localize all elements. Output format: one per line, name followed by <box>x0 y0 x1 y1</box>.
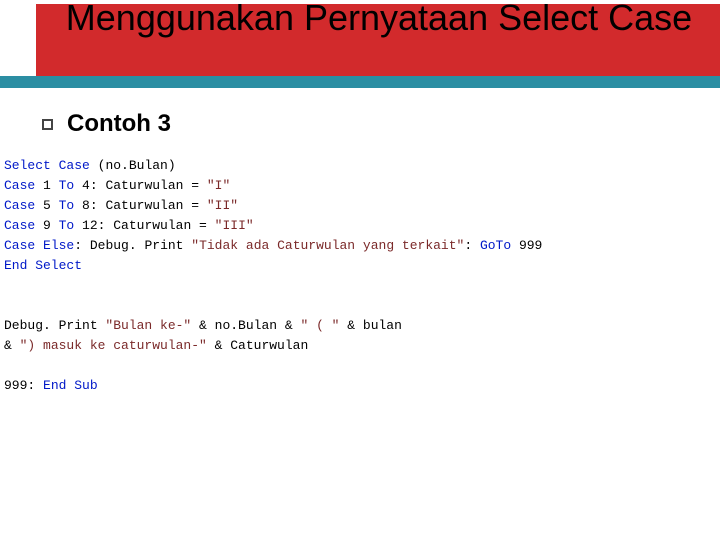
code-text: & bulan <box>339 318 401 333</box>
code-text: & <box>4 338 20 353</box>
keyword-to: To <box>59 218 75 233</box>
code-text: 4: Caturwulan = <box>74 178 207 193</box>
title-block: Menggunakan Pernyataan Select Case <box>0 0 720 92</box>
string-literal: ") masuk ke caturwulan-" <box>20 338 207 353</box>
code-text: 5 <box>35 198 58 213</box>
code-text: & no.Bulan & <box>191 318 300 333</box>
keyword-case: Case <box>4 198 35 213</box>
code-text: : <box>464 238 480 253</box>
keyword-select-case: Select Case <box>4 158 90 173</box>
string-literal: "Bulan ke-" <box>105 318 191 333</box>
code-text: : Debug. Print <box>74 238 191 253</box>
body-area: Contoh 3 Select Case (no.Bulan) Case 1 T… <box>0 92 720 396</box>
code-text: Debug. Print <box>4 318 105 333</box>
code-block: Select Case (no.Bulan) Case 1 To 4: Catu… <box>4 156 680 396</box>
subtitle: Contoh 3 <box>67 110 171 138</box>
code-text: 999: <box>4 378 43 393</box>
code-text: 1 <box>35 178 58 193</box>
bullet-row: Contoh 3 <box>42 110 680 138</box>
string-literal: "I" <box>207 178 230 193</box>
bullet-square-icon <box>42 119 53 130</box>
code-nobulan: (no.Bulan) <box>98 158 176 173</box>
string-literal: "II" <box>207 198 238 213</box>
keyword-case: Case <box>4 238 35 253</box>
keyword-goto: GoTo <box>480 238 511 253</box>
string-literal: "Tidak ada Caturwulan yang terkait" <box>191 238 464 253</box>
title-teal-bar <box>0 76 720 88</box>
slide-title: Menggunakan Pernyataan Select Case <box>48 0 710 38</box>
keyword-to: To <box>59 198 75 213</box>
string-literal: "III" <box>215 218 254 233</box>
keyword-case: Case <box>4 178 35 193</box>
code-text: 12: Caturwulan = <box>74 218 214 233</box>
keyword-else: Else <box>43 238 74 253</box>
code-text: 999 <box>511 238 542 253</box>
string-literal: " ( " <box>300 318 339 333</box>
keyword-case: Case <box>4 218 35 233</box>
code-text: 9 <box>35 218 58 233</box>
code-text: & Caturwulan <box>207 338 308 353</box>
keyword-end-sub: End Sub <box>43 378 98 393</box>
code-text: 8: Caturwulan = <box>74 198 207 213</box>
keyword-to: To <box>59 178 75 193</box>
keyword-end-select: End Select <box>4 258 82 273</box>
